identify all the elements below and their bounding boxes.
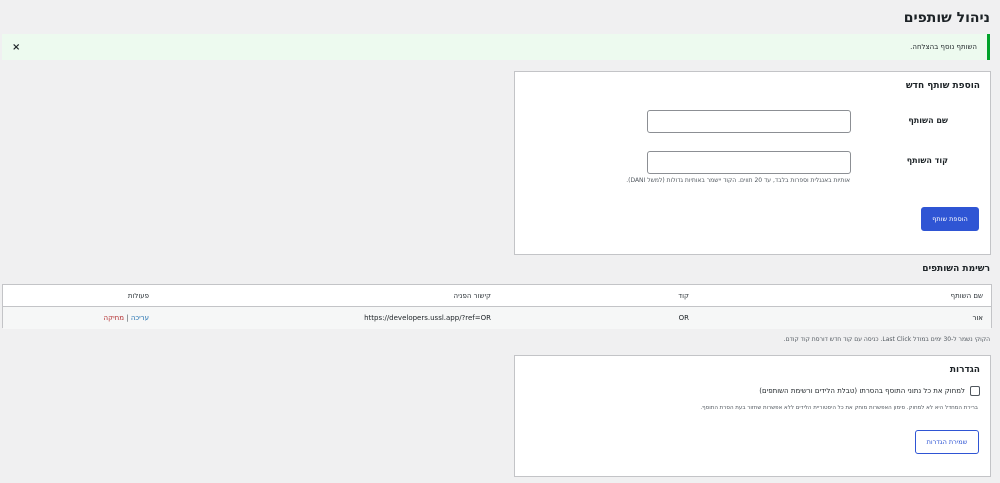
notice-text: השותף נוסף בהצלחה. [910,43,977,51]
partner-code-cell: OR [678,314,689,322]
partner-code-hint: אותיות באנגלית וספרות בלבד, עד 20 תווים.… [626,177,850,184]
settings-panel: הגדרות למחוק את כל נתוני התוסף בהסרתו (ט… [514,355,991,477]
settings-title: הגדרות [949,365,980,375]
page-title: ניהול שותפים [903,10,990,26]
column-header-actions: פעולות [127,292,149,300]
row-actions: עריכה | מחיקה [104,307,149,329]
partner-name-label: שם השותף [908,116,948,125]
partner-name-cell: אור [972,314,983,322]
table-header: שם השותף קוד קישור הפניה פעולות [3,285,991,307]
column-header-url: קישור הפניה [453,292,491,300]
partner-code-input[interactable] [647,151,851,174]
delete-data-label: למחוק את כל נתוני התוסף בהסרתו (טבלת הלי… [759,387,965,395]
partner-code-label: קוד השותף [906,156,948,165]
referral-link-cell: https://developers.ussl.app/?ref=OR [364,314,491,322]
add-partner-panel: הוספת שותף חדש שם השותף קוד השותף אותיות… [514,71,991,255]
partner-name-input[interactable] [647,110,851,133]
partners-table: שם השותף קוד קישור הפניה פעולות אור OR h… [2,284,992,329]
partners-list-title: רשימת השותפים [922,264,990,274]
column-header-name: שם השותף [950,292,983,300]
close-icon[interactable]: × [12,42,20,53]
delete-data-checkbox[interactable] [970,386,980,396]
delete-data-option: למחוק את כל נתוני התוסף בהסרתו (טבלת הלי… [759,386,980,396]
actions-separator: | [126,314,129,322]
cookie-note: הקוקי נשמר ל-30 ימים במודל Last Click. כ… [783,336,990,343]
add-partner-title: הוספת שותף חדש [905,81,980,91]
save-settings-button[interactable]: שמירת הגדרות [915,430,979,454]
delete-data-note: ברירת המחדל היא לא למחוק. סימון האפשרות … [700,405,978,411]
success-notice: השותף נוסף בהצלחה. × [2,34,990,60]
delete-link[interactable]: מחיקה [104,314,124,322]
add-partner-button[interactable]: הוספת שותף [921,207,979,231]
edit-link[interactable]: עריכה [131,314,149,322]
column-header-code: קוד [678,292,689,300]
table-row: אור OR https://developers.ussl.app/?ref=… [3,307,991,329]
